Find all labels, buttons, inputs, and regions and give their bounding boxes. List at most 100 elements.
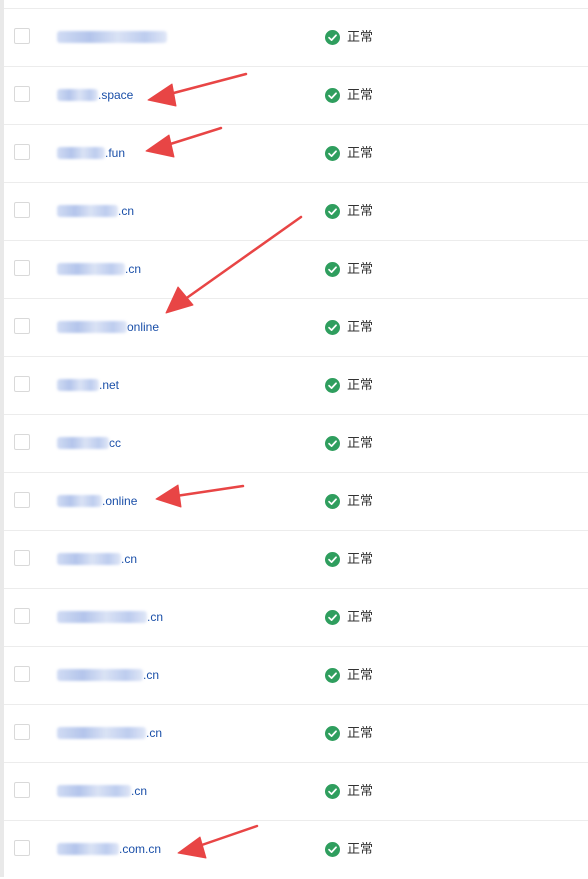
row-checkbox[interactable] bbox=[14, 550, 30, 566]
redacted-domain-name bbox=[57, 495, 102, 507]
table-row: .com.cn 正常 bbox=[4, 821, 588, 879]
domain-suffix: .cn bbox=[118, 204, 135, 218]
status-cell: 正常 bbox=[325, 725, 373, 741]
redacted-domain-name bbox=[57, 147, 105, 159]
table-row: .fun 正常 bbox=[4, 125, 588, 183]
row-checkbox[interactable] bbox=[14, 840, 30, 856]
status-cell: 正常 bbox=[325, 377, 373, 393]
domain-link[interactable]: .cn bbox=[57, 609, 163, 625]
row-checkbox[interactable] bbox=[14, 260, 30, 276]
status-text: 正常 bbox=[347, 319, 374, 334]
table-top-edge bbox=[4, 0, 588, 9]
status-text: 正常 bbox=[347, 609, 374, 624]
check-circle-icon bbox=[325, 435, 340, 451]
redacted-domain-name bbox=[57, 437, 109, 449]
status-cell: 正常 bbox=[325, 87, 373, 103]
check-circle-icon bbox=[325, 87, 340, 103]
table-row: online 正常 bbox=[4, 299, 588, 357]
status-cell: 正常 bbox=[325, 551, 373, 567]
domain-link[interactable]: online bbox=[57, 319, 159, 335]
status-text: 正常 bbox=[347, 667, 374, 682]
status-text: 正常 bbox=[347, 145, 374, 160]
row-checkbox[interactable] bbox=[14, 376, 30, 392]
status-text: 正常 bbox=[347, 261, 374, 276]
status-cell: 正常 bbox=[325, 261, 373, 277]
domain-suffix: .cn bbox=[146, 726, 163, 740]
domain-link[interactable]: .cn bbox=[57, 203, 134, 219]
status-text: 正常 bbox=[347, 783, 374, 798]
row-checkbox[interactable] bbox=[14, 318, 30, 334]
check-circle-icon bbox=[325, 725, 340, 741]
status-text: 正常 bbox=[347, 551, 374, 566]
check-circle-icon bbox=[325, 667, 340, 683]
row-checkbox[interactable] bbox=[14, 666, 30, 682]
row-checkbox[interactable] bbox=[14, 86, 30, 102]
check-circle-icon bbox=[325, 29, 340, 45]
check-circle-icon bbox=[325, 609, 340, 625]
status-text: 正常 bbox=[347, 435, 374, 450]
status-cell: 正常 bbox=[325, 783, 373, 799]
row-checkbox[interactable] bbox=[14, 144, 30, 160]
domain-link[interactable]: .cn bbox=[57, 725, 162, 741]
table-row: 正常 bbox=[4, 9, 588, 67]
status-text: 正常 bbox=[347, 841, 374, 856]
domain-link[interactable] bbox=[57, 29, 167, 45]
row-checkbox[interactable] bbox=[14, 608, 30, 624]
domain-suffix: .net bbox=[99, 378, 120, 392]
status-cell: 正常 bbox=[325, 145, 373, 161]
table-row: .cn 正常 bbox=[4, 531, 588, 589]
check-circle-icon bbox=[325, 203, 340, 219]
domain-link[interactable]: .cn bbox=[57, 783, 147, 799]
check-circle-icon bbox=[325, 783, 340, 799]
row-checkbox[interactable] bbox=[14, 782, 30, 798]
status-cell: 正常 bbox=[325, 841, 373, 857]
table-row: .space 正常 bbox=[4, 67, 588, 125]
domain-suffix: .space bbox=[98, 88, 134, 102]
redacted-domain-name bbox=[57, 669, 143, 681]
redacted-domain-name bbox=[57, 205, 118, 217]
check-circle-icon bbox=[325, 145, 340, 161]
row-checkbox[interactable] bbox=[14, 202, 30, 218]
domain-link[interactable]: .online bbox=[57, 493, 137, 509]
redacted-domain-name bbox=[57, 89, 98, 101]
row-checkbox[interactable] bbox=[14, 434, 30, 450]
table-row: .cn 正常 bbox=[4, 241, 588, 299]
domain-link[interactable]: .com.cn bbox=[57, 841, 161, 857]
domain-link[interactable]: .cn bbox=[57, 261, 141, 277]
status-cell: 正常 bbox=[325, 319, 373, 335]
status-text: 正常 bbox=[347, 493, 374, 508]
status-cell: 正常 bbox=[325, 493, 373, 509]
domain-suffix: .cn bbox=[125, 262, 142, 276]
domain-link[interactable]: .fun bbox=[57, 145, 125, 161]
redacted-domain-name bbox=[57, 785, 131, 797]
check-circle-icon bbox=[325, 319, 340, 335]
redacted-domain-name bbox=[57, 727, 146, 739]
row-checkbox[interactable] bbox=[14, 492, 30, 508]
table-row: .online 正常 bbox=[4, 473, 588, 531]
check-circle-icon bbox=[325, 493, 340, 509]
row-checkbox[interactable] bbox=[14, 724, 30, 740]
domain-suffix: .cn bbox=[143, 668, 160, 682]
table-row: cc 正常 bbox=[4, 415, 588, 473]
check-circle-icon bbox=[325, 551, 340, 567]
domain-suffix: .fun bbox=[105, 146, 126, 160]
redacted-domain-name bbox=[57, 263, 125, 275]
domain-link[interactable]: cc bbox=[57, 435, 121, 451]
status-cell: 正常 bbox=[325, 29, 373, 45]
domain-suffix: cc bbox=[109, 436, 121, 450]
row-checkbox[interactable] bbox=[14, 28, 30, 44]
table-row: .cn 正常 bbox=[4, 589, 588, 647]
domain-suffix: .cn bbox=[121, 552, 138, 566]
status-cell: 正常 bbox=[325, 203, 373, 219]
domain-link[interactable]: .cn bbox=[57, 667, 159, 683]
domain-table: 正常 .space 正常 .fun 正常 .cn 正常 .cn 正常 onlin… bbox=[4, 0, 588, 877]
domain-link[interactable]: .space bbox=[57, 87, 133, 103]
domain-suffix: .online bbox=[102, 494, 138, 508]
redacted-domain-name bbox=[57, 553, 121, 565]
redacted-domain-name bbox=[57, 321, 127, 333]
status-cell: 正常 bbox=[325, 435, 373, 451]
domain-link[interactable]: .net bbox=[57, 377, 119, 393]
domain-link[interactable]: .cn bbox=[57, 551, 137, 567]
status-text: 正常 bbox=[347, 377, 374, 392]
status-cell: 正常 bbox=[325, 667, 373, 683]
